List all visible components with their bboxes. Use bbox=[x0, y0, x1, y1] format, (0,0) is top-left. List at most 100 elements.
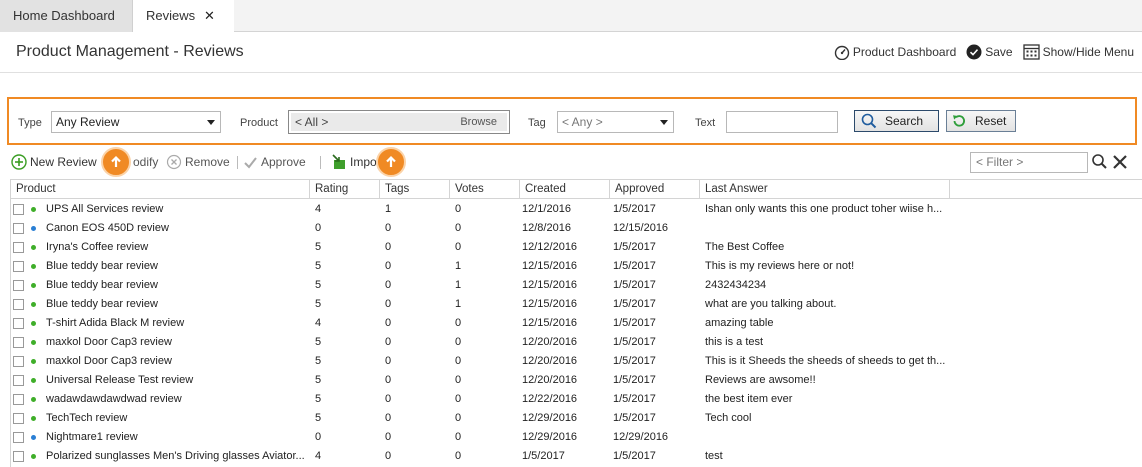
cell-last-answer: Tech cool bbox=[705, 412, 752, 424]
cell-product: Nightmare1 review bbox=[46, 431, 138, 443]
row-checkbox[interactable] bbox=[13, 451, 24, 462]
browse-button[interactable]: Browse bbox=[460, 111, 497, 133]
tab-home-dashboard[interactable]: Home Dashboard bbox=[0, 0, 133, 32]
column-header-tags[interactable]: Tags bbox=[380, 180, 450, 199]
remove-button[interactable]: Remove bbox=[166, 153, 230, 171]
row-checkbox[interactable] bbox=[13, 204, 24, 215]
row-checkbox[interactable] bbox=[13, 413, 24, 424]
text-label: Text bbox=[695, 117, 716, 129]
cell-approved: 1/5/2017 bbox=[613, 317, 656, 329]
walkthrough-marker-1[interactable] bbox=[101, 147, 131, 177]
cell-rating: 4 bbox=[315, 450, 322, 462]
table-row[interactable]: Blue teddy bear review 5 0 1 12/15/2016 1/5/2… bbox=[11, 257, 1142, 276]
approve-button[interactable]: Approve bbox=[243, 153, 306, 171]
reset-button[interactable]: Reset bbox=[946, 110, 1016, 132]
product-label: Product bbox=[240, 117, 278, 129]
cell-created: 12/15/2016 bbox=[522, 279, 578, 291]
cell-rating: 5 bbox=[315, 241, 322, 253]
status-dot-icon bbox=[31, 416, 36, 421]
save-button[interactable]: Save bbox=[966, 44, 1013, 60]
row-checkbox[interactable] bbox=[13, 375, 24, 386]
table-row[interactable]: wadawdawdawdwad review 5 0 0 12/22/2016 1/5/2… bbox=[11, 390, 1142, 409]
column-header-votes[interactable]: Votes bbox=[450, 180, 520, 199]
search-icon bbox=[861, 113, 877, 129]
cell-last-answer: what are you talking about. bbox=[705, 298, 837, 310]
row-checkbox[interactable] bbox=[13, 337, 24, 348]
table-row[interactable]: Blue teddy bear review 5 0 1 12/15/2016 1/5/2… bbox=[11, 295, 1142, 314]
cell-product: Blue teddy bear review bbox=[46, 260, 158, 272]
cell-product: T-shirt Adida Black M review bbox=[46, 317, 185, 329]
cell-rating: 5 bbox=[315, 279, 322, 291]
cell-votes: 0 bbox=[455, 222, 462, 234]
type-label: Type bbox=[18, 117, 42, 129]
row-checkbox[interactable] bbox=[13, 432, 24, 443]
table-row[interactable]: Iryna's Coffee review 5 0 0 12/12/2016 1/5/20… bbox=[11, 238, 1142, 257]
cell-rating: 5 bbox=[315, 336, 322, 348]
tab-label: Reviews bbox=[146, 8, 196, 23]
clear-filter-icon[interactable] bbox=[1110, 152, 1130, 172]
reviews-table: Product Rating Tags Votes Created Approv… bbox=[10, 179, 1142, 467]
cell-product: UPS All Services review bbox=[46, 203, 164, 215]
row-checkbox[interactable] bbox=[13, 318, 24, 329]
new-review-button[interactable]: New Review bbox=[11, 153, 97, 171]
row-checkbox[interactable] bbox=[13, 242, 24, 253]
modify-button[interactable]: odify bbox=[133, 153, 158, 171]
show-hide-menu-button[interactable]: Show/Hide Menu bbox=[1022, 43, 1134, 60]
text-input[interactable] bbox=[726, 111, 838, 133]
product-picker[interactable]: < All > Browse bbox=[288, 110, 510, 134]
product-dashboard-button[interactable]: Product Dashboard bbox=[834, 44, 956, 60]
table-row[interactable]: Canon EOS 450D review 0 0 0 12/8/2016 12/15/2… bbox=[11, 219, 1142, 238]
table-row[interactable]: Universal Release Test review 5 0 0 12/20/20… bbox=[11, 371, 1142, 390]
cell-tags: 0 bbox=[385, 431, 392, 443]
table-row[interactable]: Blue teddy bear review 5 0 1 12/15/2016 1/5/2… bbox=[11, 276, 1142, 295]
table-row[interactable]: T-shirt Adida Black M review 4 0 0 12/15/201… bbox=[11, 314, 1142, 333]
cell-created: 12/12/2016 bbox=[522, 241, 578, 253]
cell-product: Polarized sunglasses Men's Driving glass… bbox=[46, 450, 305, 462]
import-button[interactable]: Impo bbox=[331, 153, 377, 171]
table-row[interactable]: UPS All Services review 4 1 0 12/1/2016 1/5/2… bbox=[11, 200, 1142, 219]
cell-approved: 12/15/2016 bbox=[613, 222, 669, 234]
arrow-up-icon bbox=[111, 155, 121, 167]
column-header-approved[interactable]: Approved bbox=[610, 180, 700, 199]
column-header-last-answer[interactable]: Last Answer bbox=[700, 180, 950, 199]
cell-votes: 0 bbox=[455, 374, 462, 386]
type-select-value: Any Review bbox=[56, 115, 120, 129]
cell-votes: 0 bbox=[455, 450, 462, 462]
table-row[interactable]: maxkol Door Cap3 review 5 0 0 12/20/2016 1/5/… bbox=[11, 333, 1142, 352]
approve-label: Approve bbox=[261, 155, 306, 169]
tab-reviews[interactable]: Reviews ✕ bbox=[133, 0, 234, 33]
cell-tags: 0 bbox=[385, 260, 392, 272]
cell-tags: 0 bbox=[385, 393, 392, 405]
row-checkbox[interactable] bbox=[13, 356, 24, 367]
column-header-product[interactable]: Product bbox=[11, 180, 310, 199]
table-row[interactable]: TechTech review 5 0 0 12/29/2016 1/5/2017 Tech… bbox=[11, 409, 1142, 428]
row-checkbox[interactable] bbox=[13, 280, 24, 291]
cell-votes: 0 bbox=[455, 412, 462, 424]
type-select[interactable]: Any Review bbox=[51, 111, 221, 133]
row-checkbox[interactable] bbox=[13, 223, 24, 234]
filter-panel: Type Any Review Product < All > Browse T… bbox=[7, 97, 1137, 145]
cell-product: Blue teddy bear review bbox=[46, 279, 158, 291]
cell-product: Blue teddy bear review bbox=[46, 298, 158, 310]
row-checkbox[interactable] bbox=[13, 394, 24, 405]
search-filter-icon[interactable] bbox=[1090, 152, 1110, 172]
tag-select[interactable]: < Any > bbox=[557, 111, 674, 133]
column-header-rating[interactable]: Rating bbox=[310, 180, 380, 199]
cell-last-answer: This is it Sheeds the sheeds of sheeds t… bbox=[705, 355, 946, 367]
table-row[interactable]: maxkol Door Cap3 review 5 0 0 12/20/2016 1/5/… bbox=[11, 352, 1142, 371]
column-header-created[interactable]: Created bbox=[520, 180, 610, 199]
cell-rating: 0 bbox=[315, 431, 322, 443]
cell-created: 12/29/2016 bbox=[522, 412, 578, 424]
cell-rating: 5 bbox=[315, 393, 322, 405]
walkthrough-marker-2[interactable] bbox=[376, 147, 406, 177]
grid-filter-input[interactable]: < Filter > bbox=[970, 152, 1088, 173]
table-row[interactable]: Nightmare1 review 0 0 0 12/29/2016 12/29/2016 bbox=[11, 428, 1142, 447]
row-checkbox[interactable] bbox=[13, 299, 24, 310]
close-icon[interactable]: ✕ bbox=[204, 0, 215, 32]
row-checkbox[interactable] bbox=[13, 261, 24, 272]
table-row[interactable]: Polarized sunglasses Men's Driving glass… bbox=[11, 447, 1142, 466]
cell-rating: 5 bbox=[315, 355, 322, 367]
cell-votes: 0 bbox=[455, 393, 462, 405]
search-button[interactable]: Search bbox=[854, 110, 939, 132]
cell-last-answer: This is my reviews here or not! bbox=[705, 260, 855, 272]
